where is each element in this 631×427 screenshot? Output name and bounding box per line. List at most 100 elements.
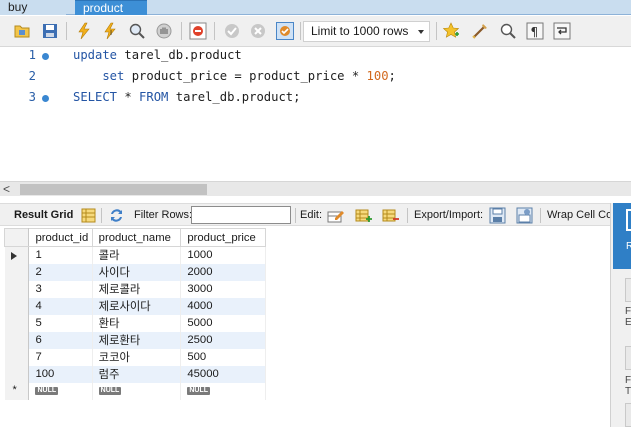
tab-buy[interactable]: buy — [0, 0, 66, 15]
scroll-left-icon[interactable]: < — [3, 182, 10, 196]
column-header-product-price[interactable]: product_price — [180, 228, 266, 247]
result-grid-tab[interactable]: Result Grid — [14, 209, 73, 221]
code-token: tarel_db.product; — [168, 90, 301, 104]
cell-product-id[interactable]: 2 — [28, 263, 93, 281]
side-tab-field-types[interactable] — [625, 346, 631, 370]
row-selector[interactable] — [4, 314, 30, 332]
find-replace-icon[interactable] — [498, 21, 518, 41]
table-row[interactable]: 5 환타 5000 — [4, 314, 266, 332]
cell-product-id[interactable]: 5 — [28, 314, 93, 332]
cell-product-id[interactable]: 6 — [28, 331, 93, 349]
query-toolbar: I Limit to 1000 rows ¶ — [0, 16, 631, 47]
table-row[interactable]: 100 럼주 45000 — [4, 365, 266, 383]
cell-product-name[interactable]: 사이다 — [92, 263, 182, 281]
side-tab-result-grid[interactable]: R — [613, 203, 631, 269]
cell-product-name[interactable]: 제로사이다 — [92, 297, 182, 315]
execute-icon[interactable] — [74, 21, 94, 41]
side-tab-query-stats[interactable] — [625, 403, 631, 427]
save-icon[interactable] — [40, 21, 60, 41]
column-header-product-id[interactable]: product_id — [28, 228, 93, 247]
cell-product-price[interactable]: 1000 — [180, 246, 266, 264]
cell-product-id[interactable]: 1 — [28, 246, 93, 264]
edit-row-icon[interactable] — [327, 207, 344, 224]
code-token: FROM — [139, 90, 169, 104]
table-row[interactable]: 7 코코아 500 — [4, 348, 266, 366]
limit-rows-select[interactable]: Limit to 1000 rows — [303, 21, 430, 42]
code-token: * — [117, 90, 140, 104]
limit-rows-value: Limit to 1000 rows — [311, 24, 409, 38]
result-side-panel: R F E F T — [610, 203, 631, 427]
cell-product-name[interactable]: NULL — [92, 382, 182, 400]
column-header-product-name[interactable]: product_name — [92, 228, 182, 247]
code-text: SELECT * FROM tarel_db.product; — [73, 90, 300, 104]
null-badge: NULL — [98, 386, 122, 395]
grid-header-row: product_id product_name product_price — [3, 228, 266, 247]
new-row[interactable]: * NULL NULL NULL — [4, 382, 266, 400]
row-selector-header[interactable] — [3, 228, 30, 247]
cell-product-name[interactable]: 코코아 — [92, 348, 182, 366]
row-selector[interactable] — [4, 263, 30, 281]
sql-editor-window: buy product I Limit to 1000 rows ¶ 1 upd… — [0, 0, 631, 427]
execute-current-statement-icon[interactable]: I — [100, 21, 120, 41]
autocommit-toggle-icon[interactable] — [275, 21, 295, 41]
open-file-icon[interactable] — [12, 21, 32, 41]
refresh-icon[interactable] — [108, 207, 125, 224]
code-text: update tarel_db.product — [73, 48, 242, 62]
cell-product-price[interactable]: 500 — [180, 348, 266, 366]
commit-icon[interactable] — [222, 21, 242, 41]
rollback-icon[interactable] — [248, 21, 268, 41]
grid-view-icon[interactable] — [80, 207, 97, 224]
result-grid[interactable]: product_id product_name product_price 1 … — [3, 228, 266, 400]
cell-product-id[interactable]: 3 — [28, 280, 93, 298]
cell-product-price[interactable]: 4000 — [180, 297, 266, 315]
row-selector[interactable] — [4, 297, 30, 315]
code-token: tarel_db.product — [117, 48, 242, 62]
cell-product-price[interactable]: 2000 — [180, 263, 266, 281]
cell-product-name[interactable]: 제로콜라 — [92, 280, 182, 298]
cell-product-name[interactable]: 콜라 — [92, 246, 182, 264]
row-selector[interactable]: * — [4, 382, 30, 400]
row-selector[interactable] — [4, 331, 30, 349]
export-icon[interactable] — [489, 207, 506, 224]
insert-row-icon[interactable] — [355, 207, 372, 224]
cell-product-name[interactable]: 럼주 — [92, 365, 182, 383]
cell-product-name[interactable]: 제로환타 — [92, 331, 182, 349]
import-icon[interactable] — [516, 207, 533, 224]
delete-row-icon[interactable] — [382, 207, 399, 224]
null-badge: NULL — [187, 386, 211, 395]
row-selector[interactable] — [4, 348, 30, 366]
wrap-lines-icon[interactable] — [552, 21, 572, 41]
table-row[interactable]: 2 사이다 2000 — [4, 263, 266, 281]
editor-horizontal-scrollbar[interactable]: < — [0, 181, 631, 196]
filter-rows-input[interactable] — [191, 206, 291, 224]
cell-product-name[interactable]: 환타 — [92, 314, 182, 332]
side-tab-form-editor[interactable] — [625, 278, 631, 302]
cell-product-id[interactable]: NULL — [28, 382, 93, 400]
cell-product-id[interactable]: 100 — [28, 365, 93, 383]
table-row[interactable]: 1 콜라 1000 — [4, 246, 266, 264]
row-selector[interactable] — [4, 280, 30, 298]
cell-product-price[interactable]: 3000 — [180, 280, 266, 298]
row-selector[interactable] — [4, 246, 30, 264]
cell-product-price[interactable]: 5000 — [180, 314, 266, 332]
statement-marker-icon — [42, 95, 49, 102]
invisible-chars-icon[interactable]: ¶ — [525, 21, 545, 41]
table-row[interactable]: 6 제로환타 2500 — [4, 331, 266, 349]
sql-editor[interactable]: 1 update tarel_db.product 2 set product_… — [0, 47, 631, 181]
table-row[interactable]: 3 제로콜라 3000 — [4, 280, 266, 298]
beautify-icon[interactable] — [470, 21, 490, 41]
stop-icon[interactable] — [154, 21, 174, 41]
table-row[interactable]: 4 제로사이다 4000 — [4, 297, 266, 315]
side-tab-label: E — [625, 317, 631, 328]
tab-product[interactable]: product — [75, 0, 147, 15]
add-snippet-star-icon[interactable] — [441, 21, 461, 41]
cell-product-id[interactable]: 7 — [28, 348, 93, 366]
row-selector[interactable] — [4, 365, 30, 383]
scrollbar-thumb[interactable] — [20, 184, 207, 195]
cell-product-price[interactable]: NULL — [180, 382, 266, 400]
explain-icon[interactable] — [127, 21, 147, 41]
stop-on-error-icon[interactable] — [188, 21, 208, 41]
cell-product-price[interactable]: 45000 — [180, 365, 266, 383]
cell-product-price[interactable]: 2500 — [180, 331, 266, 349]
cell-product-id[interactable]: 4 — [28, 297, 93, 315]
